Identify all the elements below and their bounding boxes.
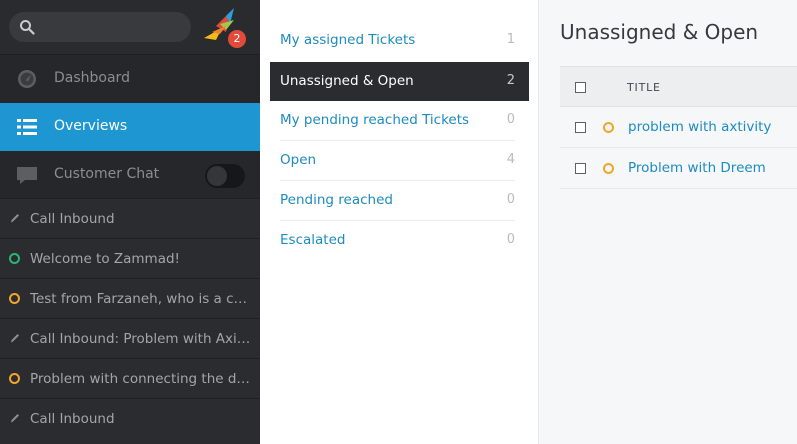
search-input[interactable]	[9, 12, 191, 42]
overview-label: Escalated	[280, 232, 346, 248]
pencil-icon	[11, 214, 19, 223]
notification-badge[interactable]: 2	[228, 30, 246, 48]
overview-count: 0	[506, 192, 515, 207]
overview-count: 0	[506, 112, 515, 127]
search-bar: 2	[0, 0, 260, 55]
overview-label: My pending reached Tickets	[280, 112, 470, 128]
table-row[interactable]: Problem with Dreem	[560, 148, 797, 189]
table-header: TITLE	[560, 66, 797, 107]
overview-unassigned-open[interactable]: Unassigned & Open 2	[270, 62, 529, 101]
task-label: Call Inbound: Problem with Axitivity	[30, 331, 252, 347]
overview-count: 0	[506, 232, 515, 247]
page-title: Unassigned & Open	[560, 20, 759, 44]
overview-label: Pending reached	[280, 192, 393, 208]
task-item[interactable]: Call Inbound	[0, 398, 260, 444]
state-open-icon	[9, 373, 20, 384]
pencil-icon	[11, 334, 19, 343]
list-icon	[17, 119, 37, 135]
overview-label: Unassigned & Open	[280, 73, 414, 89]
overview-count: 4	[506, 152, 515, 167]
dashboard-gauge-icon	[18, 70, 36, 88]
overview-my-pending-reached[interactable]: My pending reached Tickets 0	[280, 101, 529, 141]
nav-customer-chat[interactable]: Customer Chat	[0, 151, 260, 199]
row-checkbox[interactable]	[575, 122, 586, 133]
nav-overviews[interactable]: Overviews	[0, 103, 260, 151]
task-item[interactable]: Problem with connecting the device	[0, 358, 260, 398]
task-item[interactable]: Call Inbound: Problem with Axitivity	[0, 318, 260, 358]
overview-label: My assigned Tickets	[280, 32, 416, 48]
task-label: Call Inbound	[30, 211, 115, 227]
state-open-icon	[603, 163, 614, 174]
nav-dashboard-label: Dashboard	[54, 70, 130, 86]
select-all-checkbox[interactable]	[575, 82, 586, 93]
overview-escalated[interactable]: Escalated 0	[280, 221, 529, 261]
task-label: Welcome to Zammad!	[30, 251, 180, 267]
state-open-icon	[603, 122, 614, 133]
task-label: Call Inbound	[30, 411, 115, 427]
main-content: Unassigned & Open TITLE problem with axt…	[540, 0, 797, 444]
overview-count: 1	[506, 32, 515, 47]
search-icon	[20, 20, 35, 35]
column-header-title[interactable]: TITLE	[627, 81, 661, 94]
nav-customer-chat-label: Customer Chat	[54, 166, 160, 182]
state-new-icon	[9, 253, 20, 264]
overview-open[interactable]: Open 4	[280, 141, 529, 181]
overview-list: My assigned Tickets 1 Unassigned & Open …	[260, 0, 539, 444]
overview-label: Open	[280, 152, 317, 168]
table-row[interactable]: problem with axtivity	[560, 107, 797, 148]
task-item[interactable]: Call Inbound	[0, 198, 260, 238]
pencil-icon	[11, 414, 19, 423]
overview-count: 2	[506, 73, 515, 88]
chat-toggle-knob	[207, 166, 227, 186]
task-label: Test from Farzaneh, who is a customer	[30, 291, 252, 307]
nav-dashboard[interactable]: Dashboard	[0, 55, 260, 103]
nav-overviews-label: Overviews	[54, 118, 128, 134]
chat-bubble-icon	[17, 167, 37, 184]
task-item[interactable]: Welcome to Zammad!	[0, 238, 260, 278]
sidebar: 2 Dashboard Overviews Customer Chat Call…	[0, 0, 260, 444]
ticket-title-link[interactable]: Problem with Dreem	[628, 160, 766, 176]
state-open-icon	[9, 293, 20, 304]
overview-my-assigned[interactable]: My assigned Tickets 1	[280, 21, 529, 61]
task-item[interactable]: Test from Farzaneh, who is a customer	[0, 278, 260, 318]
chat-toggle[interactable]	[205, 164, 245, 188]
task-label: Problem with connecting the device	[30, 371, 252, 387]
zammad-logo[interactable]: 2	[200, 6, 248, 48]
ticket-title-link[interactable]: problem with axtivity	[628, 119, 771, 135]
row-checkbox[interactable]	[575, 163, 586, 174]
overview-pending-reached[interactable]: Pending reached 0	[280, 181, 529, 221]
